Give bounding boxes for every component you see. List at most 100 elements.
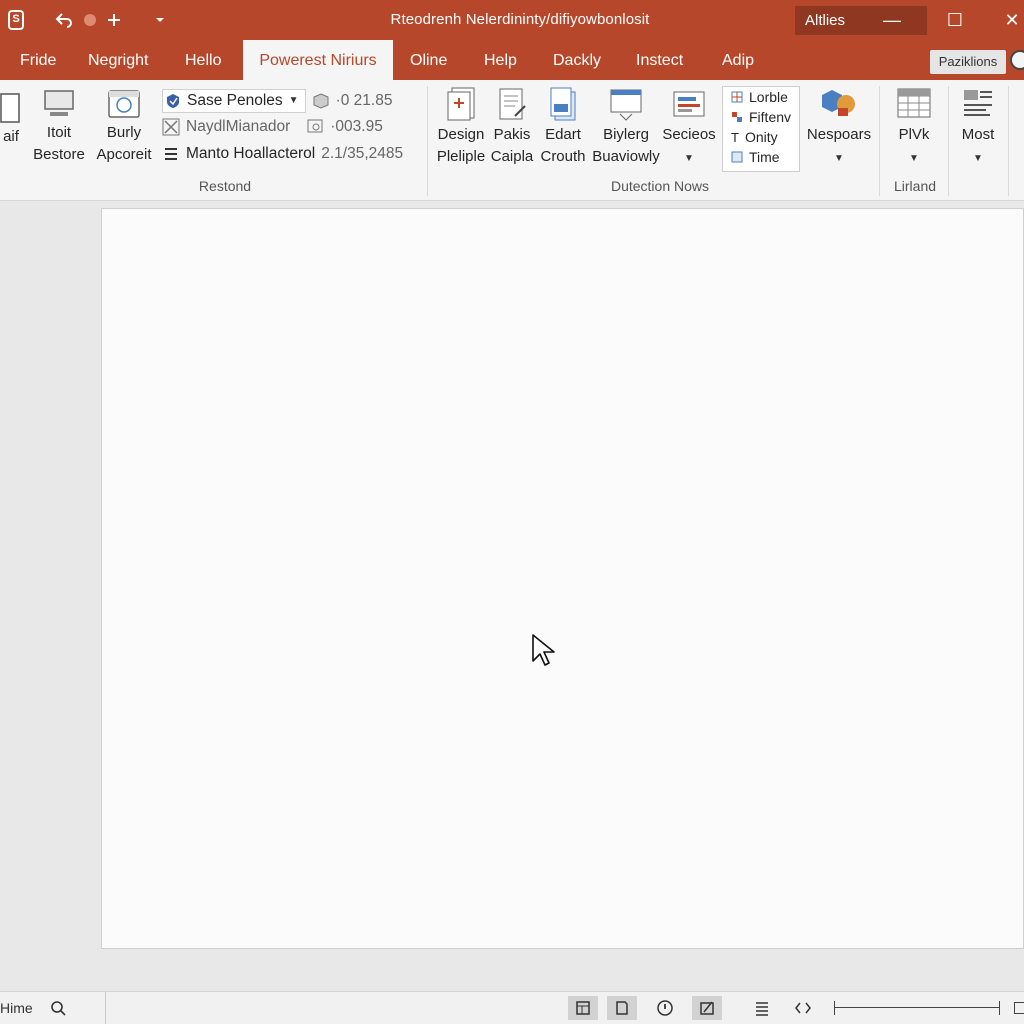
nespoars-button[interactable]: Nespoars ▼ [806, 86, 872, 170]
search-icon[interactable] [50, 992, 66, 1024]
font-dropdown[interactable]: Sase Penoles ▼ [162, 89, 306, 113]
maximize-button[interactable]: ☐ [933, 0, 977, 40]
chevron-down-icon: ▼ [909, 153, 919, 164]
most-button[interactable]: Most ▼ [954, 86, 1002, 170]
zoom-slider-end [999, 1001, 1000, 1015]
new-page-icon [447, 87, 475, 121]
tab-oline[interactable]: Oline [410, 40, 447, 80]
align-icon [964, 90, 992, 116]
share-button[interactable]: Paziklions [930, 50, 1006, 74]
itoit-bestore-button[interactable]: Itoit Bestore [32, 88, 86, 166]
tab-help[interactable]: Help [484, 40, 517, 80]
manager-label[interactable]: NaydlMianador [186, 115, 290, 139]
tab-powerest-niriurs[interactable]: Powerest Niriurs [243, 40, 393, 80]
pakis-line2: Caipla [490, 148, 534, 165]
tab-adip[interactable]: Adip [722, 40, 754, 80]
biylerg-line2: Buaviowly [592, 148, 660, 165]
tab-file[interactable]: Fride [20, 40, 56, 80]
burly-apcoreit-button[interactable]: Burly Apcoreit [92, 88, 156, 166]
chevron-down-icon: ▼ [288, 95, 299, 106]
nespoars-label: Nespoars [806, 126, 872, 143]
chevron-down-icon: ▼ [973, 153, 983, 164]
zoom-slider-start [834, 1001, 835, 1015]
group-label-restond: Restond [198, 178, 252, 194]
minimize-button[interactable]: — [870, 0, 914, 40]
gallery-item[interactable]: Lorble [723, 87, 799, 107]
font-size-value: ·0 21.85 [335, 92, 393, 109]
pakis-line1: Pakis [493, 126, 531, 143]
calendar-icon [108, 90, 140, 118]
holder-row: Manto Hoallacterol 2.1/35,2485 [162, 142, 403, 166]
normal-view-icon[interactable] [568, 996, 598, 1020]
status-label: Hime [0, 1000, 33, 1016]
pakis-button[interactable]: Pakis Caipla [489, 86, 535, 168]
slide-icon [610, 89, 642, 121]
shield-icon [167, 94, 179, 108]
group-label-lirland: Lirland [893, 178, 937, 194]
design-line2: Pleliple [436, 148, 486, 165]
styles-gallery[interactable]: Lorble Fiftenv T Onity Time [722, 86, 800, 172]
secieos-button[interactable]: Secieos ▼ [660, 86, 718, 170]
most-label: Most [961, 126, 995, 143]
monitor-icon [44, 90, 74, 116]
cube-icon [313, 93, 329, 109]
chevron-down-icon[interactable] [148, 0, 172, 40]
undo-icon[interactable] [50, 0, 78, 40]
fit-page-icon[interactable] [1014, 1002, 1024, 1014]
list-icon[interactable] [747, 996, 777, 1020]
gallery-item[interactable]: Time [723, 147, 799, 167]
holder-label[interactable]: Manto Hoallacterol [186, 142, 315, 166]
tab-negright[interactable]: Negright [88, 40, 148, 80]
font-dropdown-label: Sase Penoles [187, 92, 283, 109]
itoit-line1: Itoit [46, 124, 72, 141]
burly-line2: Apcoreit [96, 146, 152, 163]
zoom-slider[interactable] [834, 1007, 1000, 1008]
partial-button[interactable]: aif [0, 90, 22, 148]
info-icon[interactable] [650, 996, 680, 1020]
tab-instect[interactable]: Instect [636, 40, 683, 80]
table-icon [731, 151, 743, 163]
plus-icon[interactable] [102, 0, 126, 40]
grid-icon [731, 91, 743, 103]
document-stack-icon [550, 87, 576, 121]
burly-line1: Burly [106, 124, 142, 141]
plvk-button[interactable]: PlVk ▼ [888, 86, 940, 170]
biylerg-line1: Biylerg [603, 126, 649, 143]
design-line1: Design [437, 126, 485, 143]
ribbon-separator [1008, 86, 1009, 196]
manager-row: NaydlMianador ·003.95 [162, 115, 383, 139]
gallery-item[interactable]: Fiftenv [723, 107, 799, 127]
tab-dackly[interactable]: Dackly [553, 40, 601, 80]
code-icon[interactable] [788, 996, 818, 1020]
ribbon-separator [948, 86, 949, 196]
secieos-label: Secieos [662, 126, 716, 143]
edit-view-icon[interactable] [692, 996, 722, 1020]
design-button[interactable]: Design Pleliple [434, 86, 488, 168]
plvk-label: PlVk [898, 126, 930, 143]
redo-icon[interactable] [78, 0, 102, 40]
cross-box-icon [162, 118, 180, 136]
edit-document-icon [499, 88, 526, 120]
app-logo-icon[interactable]: S [8, 10, 24, 30]
status-separator [105, 992, 106, 1024]
ribbon: aif Itoit Bestore Burly Apcoreit Sase Pe… [0, 80, 1024, 201]
text-icon: T [731, 129, 739, 145]
ribbon-tabs: Fride Negright Hello Powerest Niriurs Ol… [0, 40, 1024, 80]
biylerg-button[interactable]: Biylerg Buaviowly [592, 86, 660, 168]
manager-value: ·003.95 [330, 118, 383, 135]
editing-area [0, 201, 1024, 991]
document-title: Rteodrenh Nelerdininty/difiyowbonlosit [390, 11, 650, 28]
close-button[interactable]: ✕ [990, 0, 1024, 40]
outline-view-icon[interactable] [607, 996, 637, 1020]
gallery-item[interactable]: T Onity [723, 127, 799, 147]
tab-hello[interactable]: Hello [185, 40, 221, 80]
chevron-down-icon: ▼ [684, 153, 694, 164]
edart-line1: Edart [545, 126, 581, 143]
ribbon-separator [879, 86, 880, 196]
document-page[interactable] [101, 208, 1024, 949]
status-bar: Hime [0, 991, 1024, 1024]
chevron-down-icon: ▼ [834, 153, 844, 164]
edart-button[interactable]: Edart Crouth [537, 86, 589, 168]
ribbon-separator [427, 86, 428, 196]
share-icon[interactable] [1010, 50, 1024, 70]
